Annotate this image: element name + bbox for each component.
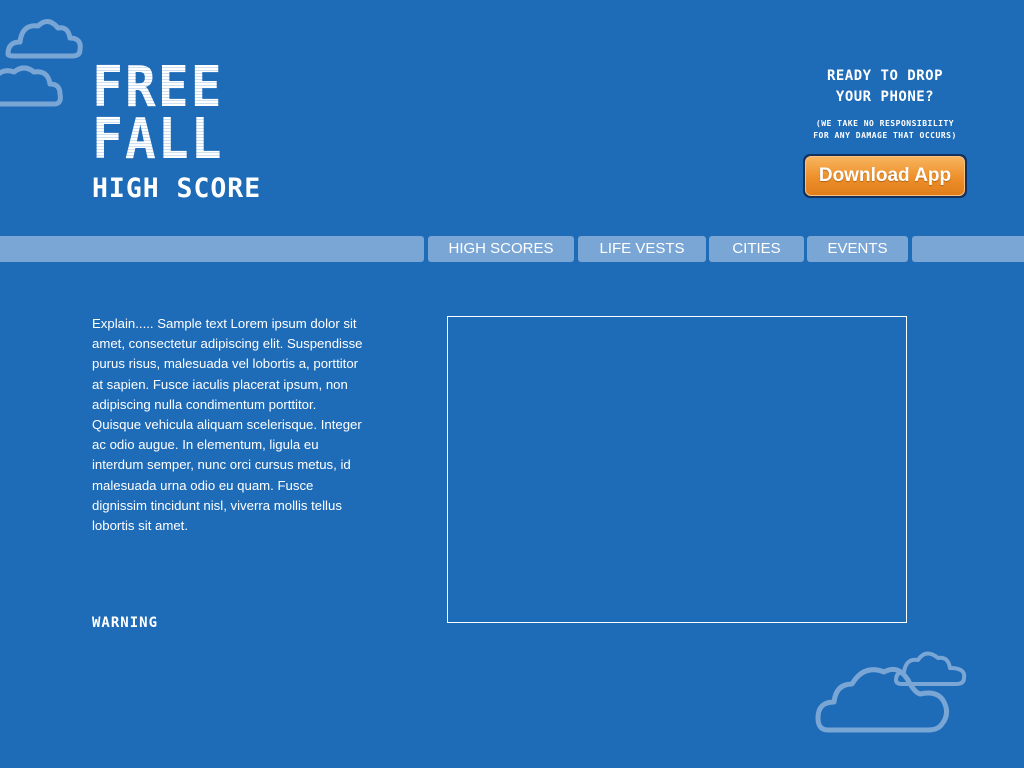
intro-text: Explain..... Sample text Lorem ipsum dol… [92,316,363,534]
download-headline: READY TO DROP YOUR PHONE? [790,66,980,108]
logo-subtitle: HIGH SCORE [92,173,262,204]
download-app-button[interactable]: Download App [803,154,967,198]
download-headline-line1: READY TO DROP [826,68,944,84]
download-disclaimer: (WE TAKE NO RESPONSIBILITY FOR ANY DAMAG… [790,118,980,142]
download-headline-line2: YOUR PHONE? [835,89,935,105]
cloud-icon [814,640,974,740]
nav-item-cities[interactable]: CITIES [709,236,804,262]
logo-title-line2: FALL [92,112,276,168]
warning-label: WARNING [92,615,159,631]
content-placeholder [447,316,907,623]
main-nav: HIGH SCORES LIFE VESTS CITIES EVENTS [0,236,1024,262]
cloud-icon [0,14,90,109]
nav-item-high-scores[interactable]: HIGH SCORES [428,236,574,262]
download-disclaimer-line1: (WE TAKE NO RESPONSIBILITY [815,119,955,128]
download-promo: READY TO DROP YOUR PHONE? (WE TAKE NO RE… [790,66,980,198]
download-disclaimer-line2: FOR ANY DAMAGE THAT OCCURS) [813,131,957,140]
download-app-button-label: Download App [805,156,965,196]
nav-filler-right [912,236,1024,262]
logo: FREE FALL HIGH SCORE [92,60,292,204]
nav-filler-left [0,236,424,262]
page: FREE FALL HIGH SCORE READY TO DROP YOUR … [0,0,1024,768]
nav-item-events[interactable]: EVENTS [807,236,908,262]
nav-item-life-vests[interactable]: LIFE VESTS [578,236,706,262]
